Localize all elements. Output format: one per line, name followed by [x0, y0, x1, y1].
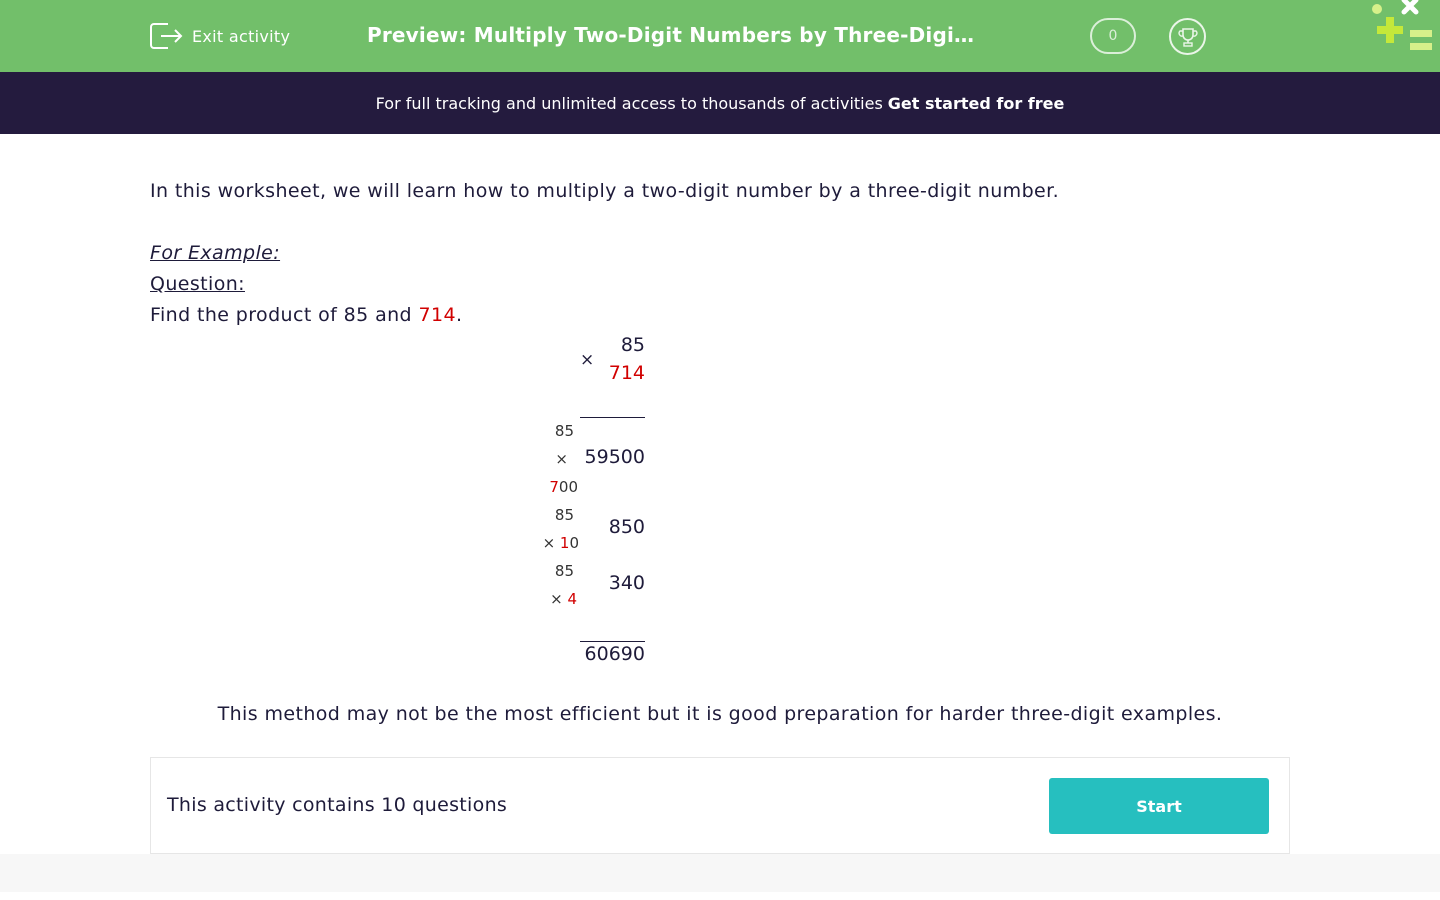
partial-1-multiplicand: 85	[554, 422, 574, 440]
bottom-number: 714	[608, 362, 645, 384]
get-started-link[interactable]: Get started for free	[888, 94, 1065, 113]
question-heading: Question:	[150, 273, 245, 295]
final-total: 60690	[584, 643, 645, 665]
question-suffix: .	[455, 304, 463, 326]
partial-1-times: ×	[555, 450, 568, 468]
upper-divider	[580, 417, 645, 418]
question-prefix: Find the product of 85 and	[150, 304, 419, 326]
promo-text: For full tracking and unlimited access t…	[375, 93, 883, 113]
promo-banner: For full tracking and unlimited access t…	[0, 72, 1440, 134]
partial-1-multiplier: 700	[549, 478, 578, 496]
exit-activity-button[interactable]: Exit activity	[150, 22, 290, 50]
partial-2-multiplicand: 85	[554, 506, 574, 524]
partial-3-multiplicand: 85	[554, 562, 574, 580]
partial-3-result: 340	[608, 572, 645, 594]
question-highlight: 714	[418, 304, 456, 326]
footer-band	[0, 854, 1440, 892]
partial-2-multiplier: × 10	[542, 534, 579, 552]
top-number: 85	[620, 334, 645, 356]
page-title: Preview: Multiply Two-Digit Numbers by T…	[367, 23, 979, 47]
logo	[1368, 0, 1440, 56]
exit-activity-label: Exit activity	[192, 26, 291, 46]
closing-note: This method may not be the most efficien…	[217, 703, 1223, 725]
partial-3-multiplier: × 4	[550, 590, 577, 608]
partial-1-result: 59500	[584, 446, 645, 468]
question-count-text: This activity contains 10 questions	[167, 794, 508, 816]
lower-divider	[580, 641, 645, 642]
question-text: Find the product of 85 and 714.	[150, 304, 462, 326]
score-badge: 0	[1090, 18, 1136, 54]
activity-card: This activity contains 10 questions Star…	[150, 757, 1290, 854]
trophy-icon	[1177, 27, 1198, 47]
lesson-intro: In this worksheet, we will learn how to …	[150, 180, 1060, 202]
example-heading: For Example:	[150, 242, 281, 264]
top-bar: Exit activity Preview: Multiply Two-Digi…	[0, 0, 1440, 72]
partial-2-result: 850	[608, 516, 645, 538]
trophy-button[interactable]	[1169, 18, 1206, 55]
start-button[interactable]: Start	[1049, 778, 1269, 834]
exit-icon	[150, 23, 183, 49]
times-sign: ×	[580, 350, 595, 370]
